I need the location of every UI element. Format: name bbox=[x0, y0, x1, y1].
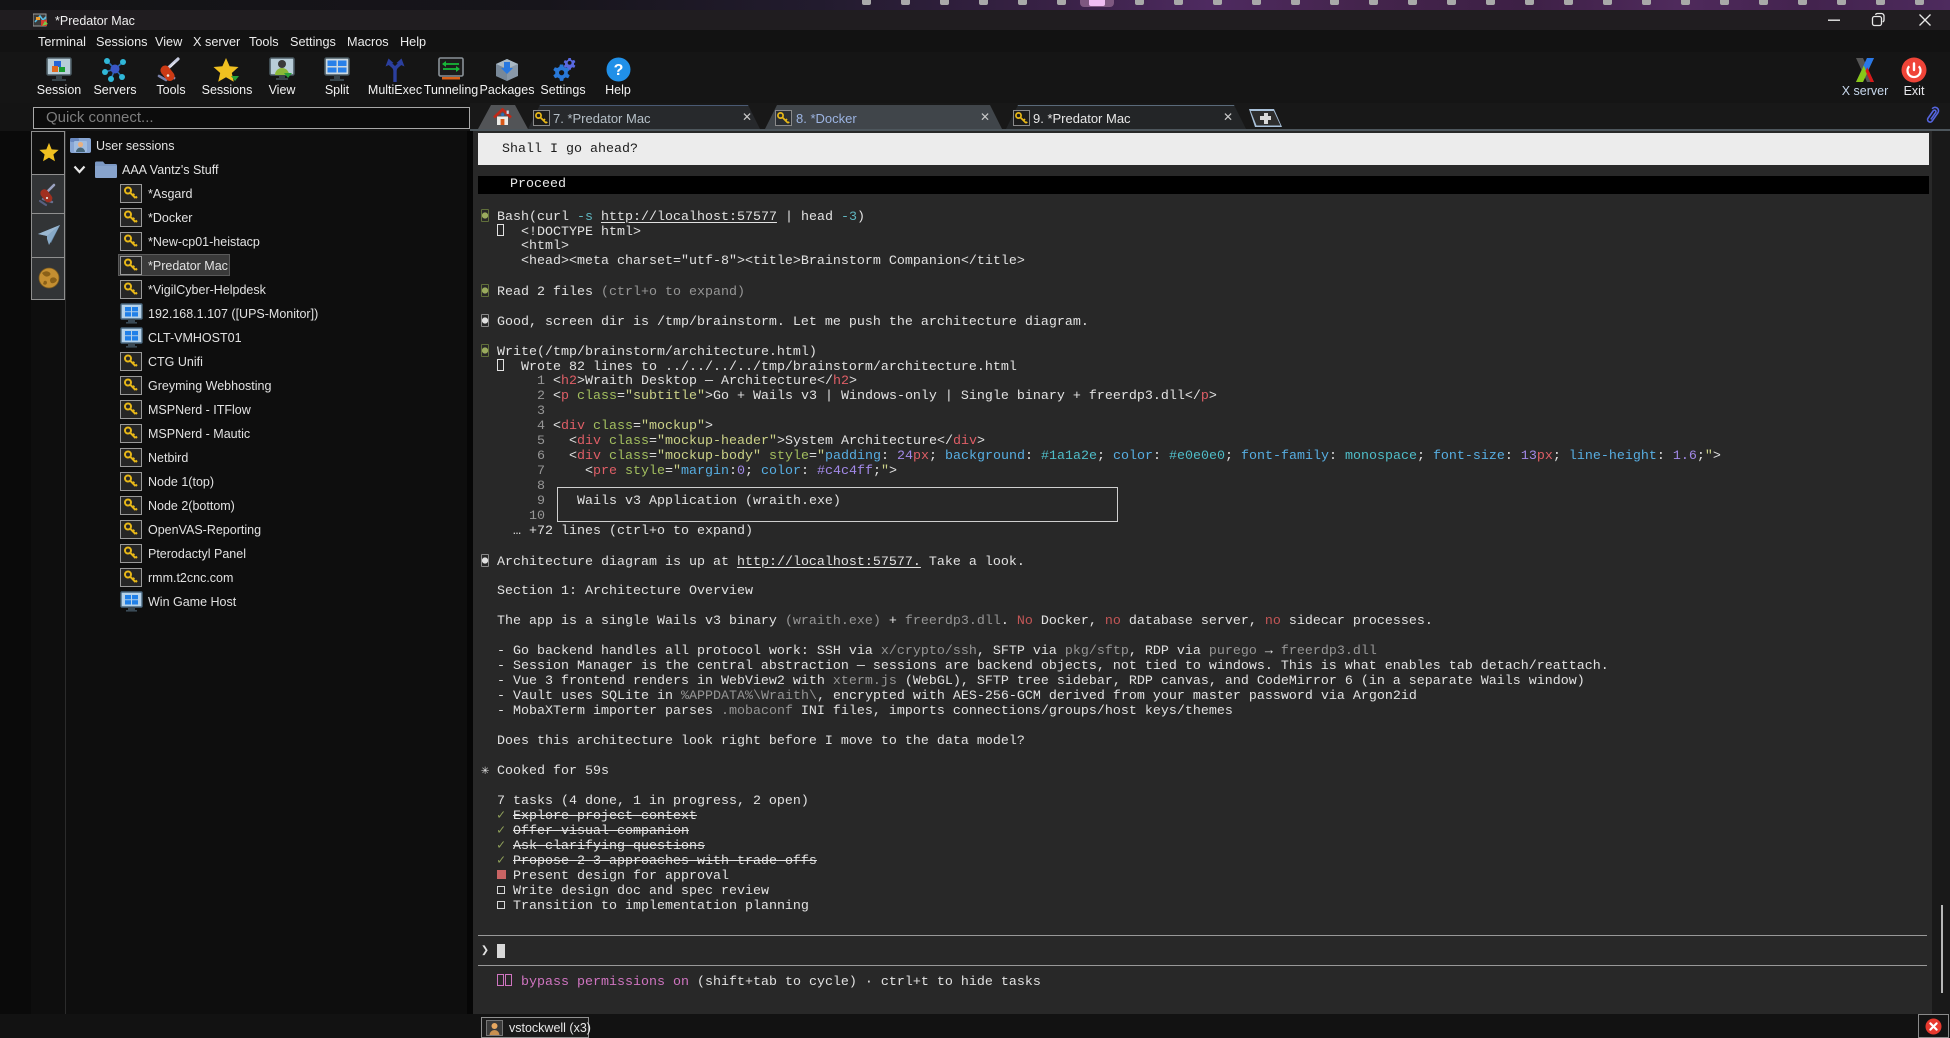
svg-text:?: ? bbox=[613, 62, 623, 79]
